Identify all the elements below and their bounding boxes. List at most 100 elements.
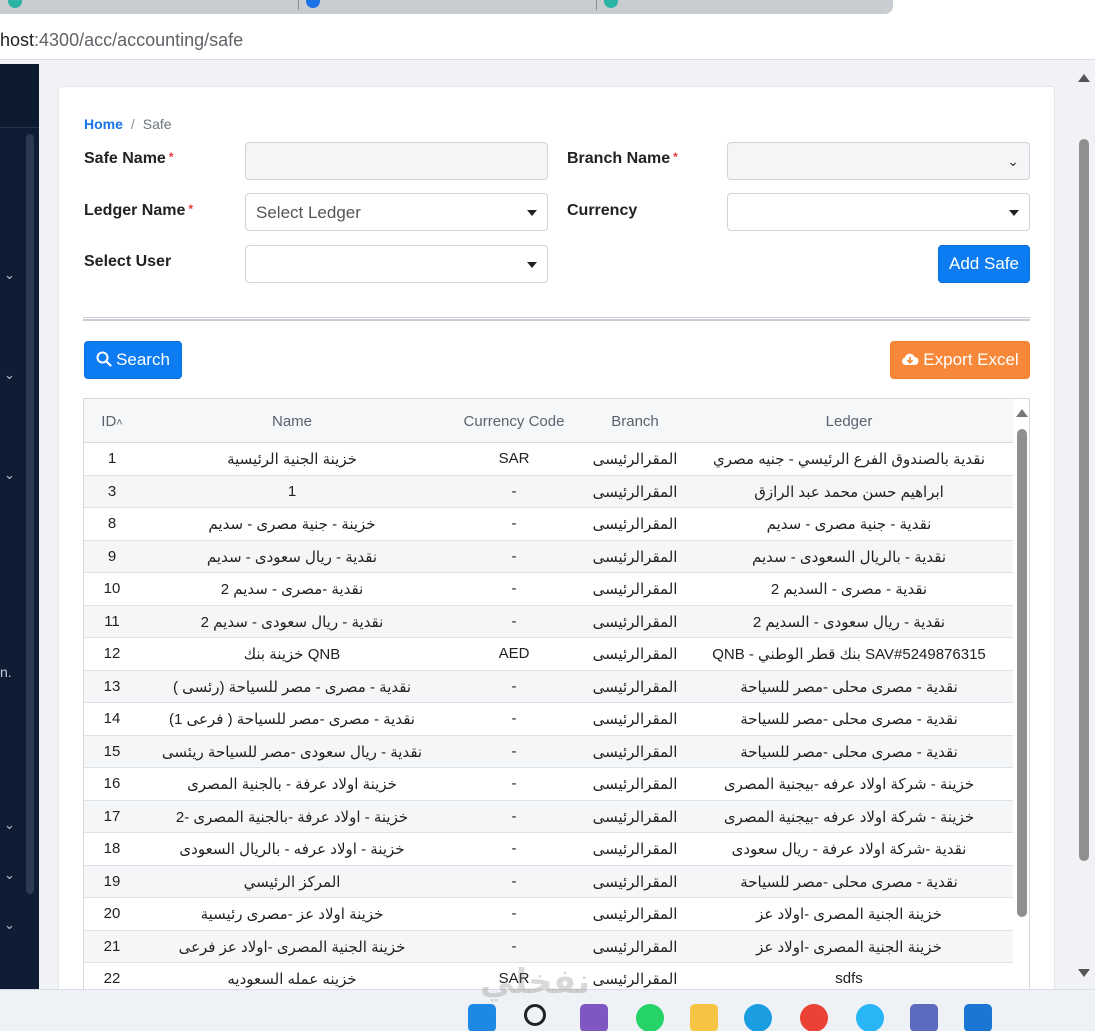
cell-currency: - bbox=[511, 840, 517, 857]
tab-separator bbox=[298, 0, 299, 10]
cell-id: 3 bbox=[107, 482, 117, 500]
cell-currency: - bbox=[511, 905, 517, 922]
sidebar: ⌄ ⌄ ⌄ n. ⌄ ⌄ ⌄ bbox=[0, 64, 39, 989]
table-row[interactable]: 9 نقدية - ريال سعودى - سديم - المقرالرئيسى ن… bbox=[84, 540, 1013, 573]
chevron-down-icon[interactable]: ⌄ bbox=[4, 268, 18, 282]
safe-name-input[interactable] bbox=[245, 142, 548, 180]
cell-branch: المقرالرئيسى bbox=[592, 646, 678, 663]
table-scroll-thumb[interactable] bbox=[1017, 429, 1027, 917]
breadcrumb-current: Safe bbox=[142, 116, 172, 132]
cell-branch: المقرالرئيسى bbox=[592, 678, 678, 696]
table-row[interactable]: 17 خزينة - اولاد عرفة -بالجنية المصرى -2 -… bbox=[84, 800, 1013, 833]
export-excel-button[interactable]: Export Excel bbox=[890, 341, 1030, 379]
table-row[interactable]: 14 نقدية - مصرى -مصر للسياحة ( فرعى 1) - ال… bbox=[84, 703, 1013, 736]
file-explorer-icon[interactable] bbox=[690, 1004, 718, 1031]
column-header-id[interactable]: ID˄ bbox=[94, 413, 130, 430]
app-icon[interactable] bbox=[580, 1004, 608, 1031]
page-scrollbar[interactable] bbox=[1075, 64, 1095, 989]
currency-select[interactable] bbox=[727, 193, 1030, 231]
cell-name: خزينه عمله السعوديه bbox=[227, 971, 357, 988]
chevron-down-icon[interactable]: ⌄ bbox=[4, 868, 18, 882]
chevron-down-icon[interactable]: ⌄ bbox=[4, 468, 18, 482]
url-host: host bbox=[0, 30, 35, 50]
scroll-up-icon[interactable] bbox=[1078, 74, 1090, 82]
table-scrollbar[interactable] bbox=[1013, 399, 1029, 1007]
column-header-currency-code[interactable]: Currency Code bbox=[452, 413, 576, 430]
chevron-down-icon[interactable]: ⌄ bbox=[4, 918, 18, 932]
cell-ledger: QNB - بنك قطر الوطني SAV#5249876315 bbox=[712, 646, 986, 663]
cell-currency: - bbox=[511, 612, 517, 630]
watermark-logo: نفخلي bbox=[480, 963, 591, 1001]
cell-currency: AED bbox=[498, 645, 530, 662]
cell-currency: - bbox=[511, 515, 517, 532]
select-user-label-text: Select User bbox=[84, 253, 172, 270]
table-row[interactable]: 3 1 - المقرالرئيسى ابراهيم حسن محمد عبد الرا… bbox=[84, 475, 1013, 508]
cell-id: 9 bbox=[107, 547, 117, 565]
caret-down-icon bbox=[1009, 210, 1019, 216]
cell-branch: المقرالرئيسى bbox=[592, 711, 678, 728]
cell-branch: المقرالرئيسى bbox=[592, 483, 678, 501]
cell-ledger: ابراهيم حسن محمد عبد الرازق bbox=[754, 483, 944, 501]
cell-name: خزينة الجنية الرئيسية bbox=[227, 451, 357, 468]
table-row[interactable]: 1 خزينة الجنية الرئيسية SAR المقرالرئيسى نقد… bbox=[84, 443, 1013, 476]
table-row[interactable]: 8 خزينة - جنية مصرى - سديم - المقرالرئيسى نق… bbox=[84, 508, 1013, 541]
scroll-up-icon[interactable] bbox=[1016, 409, 1028, 417]
whatsapp-icon[interactable] bbox=[636, 1004, 664, 1031]
cell-currency: - bbox=[511, 547, 517, 565]
user-select[interactable] bbox=[245, 245, 548, 283]
table-row[interactable]: 12 خزينة بنك QNB AED المقرالرئيسى QNB - بنك … bbox=[84, 638, 1013, 671]
chevron-down-icon[interactable]: ⌄ bbox=[4, 368, 18, 382]
cell-id: 8 bbox=[107, 515, 117, 532]
edge-icon[interactable] bbox=[744, 1004, 772, 1031]
page-scroll-thumb[interactable] bbox=[1079, 139, 1089, 861]
column-header-ledger[interactable]: Ledger bbox=[694, 413, 1004, 430]
breadcrumb-home[interactable]: Home bbox=[84, 116, 123, 132]
column-header-branch[interactable]: Branch bbox=[576, 413, 694, 430]
cloud-download-icon bbox=[902, 353, 919, 365]
cell-name: المركز الرئيسي bbox=[243, 873, 341, 891]
ledger-name-label-text: Ledger Name bbox=[84, 202, 186, 219]
cell-name: نقدية - مصرى -مصر للسياحة ( فرعى 1) bbox=[169, 711, 415, 728]
branch-name-select[interactable]: ⌄ bbox=[727, 142, 1030, 180]
tabs-background bbox=[0, 0, 893, 14]
table-row[interactable]: 13 نقدية - مصرى - مصر للسياحة (رئسى ) - الم… bbox=[84, 670, 1013, 703]
cell-id: 19 bbox=[103, 872, 121, 890]
scroll-down-icon[interactable] bbox=[1078, 969, 1090, 977]
cell-branch: المقرالرئيسى bbox=[592, 938, 678, 956]
cell-currency: - bbox=[511, 937, 517, 955]
sync-app-icon[interactable] bbox=[856, 1004, 884, 1031]
table-row[interactable]: 16 خزينة اولاد عرفة - بالجنية المصرى - المق… bbox=[84, 768, 1013, 801]
table-row[interactable]: 11 نقدية - ريال سعودى - سديم 2 - المقرالرئي… bbox=[84, 605, 1013, 638]
chevron-down-icon[interactable]: ⌄ bbox=[4, 818, 18, 832]
sidebar-scrollbar[interactable] bbox=[26, 134, 34, 894]
table-row[interactable]: 10 نقدية -مصرى - سديم 2 - المقرالرئيسى نقدية… bbox=[84, 573, 1013, 606]
cell-name: نقدية - ريال سعودى - سديم bbox=[206, 548, 378, 566]
camera-app-icon[interactable] bbox=[910, 1004, 938, 1031]
table-row[interactable]: 19 المركز الرئيسي - المقرالرئيسى نقدية - مصر… bbox=[84, 865, 1013, 898]
cell-branch: المقرالرئيسى bbox=[592, 873, 678, 891]
chrome-icon[interactable] bbox=[800, 1004, 828, 1031]
ledger-placeholder: Select Ledger bbox=[256, 203, 361, 222]
search-button[interactable]: Search bbox=[84, 341, 182, 379]
cell-currency: - bbox=[511, 482, 517, 500]
cell-ledger: نقدية - مصرى محلى -مصر للسياحة bbox=[740, 711, 958, 728]
column-header-name[interactable]: Name bbox=[132, 413, 452, 430]
ledger-select[interactable]: Select Ledger bbox=[245, 193, 548, 231]
cell-ledger: خزينة الجنية المصرى -اولاد عز bbox=[756, 938, 942, 956]
caret-down-icon bbox=[527, 262, 537, 268]
add-safe-button[interactable]: Add Safe bbox=[938, 245, 1030, 283]
table-row[interactable]: 20 خزينة اولاد عز -مصرى رئيسية - المقرالرئي… bbox=[84, 898, 1013, 931]
table-row[interactable]: 21 خزينة الجنية المصرى -اولاد عز فرعى - الم… bbox=[84, 930, 1013, 963]
windows-start-icon[interactable] bbox=[468, 1004, 496, 1031]
address-bar[interactable]: host:4300/acc/accounting/safe bbox=[0, 20, 1095, 60]
cell-ledger: نقدية - مصرى محلى -مصر للسياحة bbox=[740, 743, 958, 761]
search-icon[interactable] bbox=[524, 1004, 546, 1026]
table-row[interactable]: 15 نقدية - ريال سعودى -مصر للسياحة ريئسى -… bbox=[84, 735, 1013, 768]
vscode-icon[interactable] bbox=[964, 1004, 992, 1031]
cell-branch: المقرالرئيسى bbox=[592, 906, 678, 923]
url-text[interactable]: host:4300/acc/accounting/safe bbox=[0, 30, 243, 51]
cell-branch: المقرالرئيسى bbox=[592, 808, 678, 826]
cell-name: نقدية -مصرى - سديم 2 bbox=[220, 581, 364, 598]
table-row[interactable]: 18 خزينة - اولاد عرفه - بالريال السعودى - ا… bbox=[84, 833, 1013, 866]
tab-separator bbox=[596, 0, 597, 10]
